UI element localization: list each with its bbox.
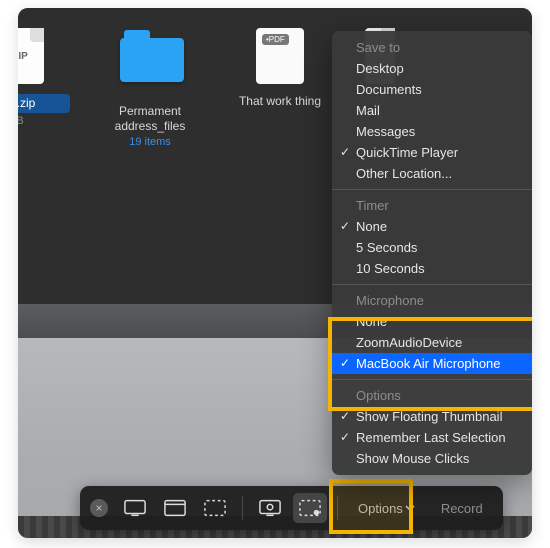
desktop-folder[interactable]: Permament address_files 19 items bbox=[100, 28, 200, 338]
menu-header-options: Options bbox=[332, 385, 532, 406]
menu-item-remember-selection[interactable]: ✓Remember Last Selection bbox=[332, 427, 532, 448]
separator bbox=[337, 496, 338, 520]
capture-entire-screen-button[interactable] bbox=[118, 493, 152, 523]
chevron-down-icon bbox=[405, 503, 415, 513]
menu-item-timer-none[interactable]: ✓None bbox=[332, 216, 532, 237]
separator bbox=[242, 496, 243, 520]
menu-item-desktop[interactable]: Desktop bbox=[332, 58, 532, 79]
capture-selection-button[interactable] bbox=[198, 493, 232, 523]
window-icon bbox=[164, 499, 186, 517]
menu-item-timer-10s[interactable]: 10 Seconds bbox=[332, 258, 532, 279]
record-button[interactable]: Record bbox=[441, 501, 483, 516]
checkmark-icon: ✓ bbox=[340, 219, 350, 233]
menu-item-mic-none[interactable]: None bbox=[332, 311, 532, 332]
menu-item-mouse-clicks[interactable]: Show Mouse Clicks bbox=[332, 448, 532, 469]
file-name: That work thing bbox=[230, 94, 330, 109]
checkmark-icon: ✓ bbox=[340, 356, 350, 370]
menu-header-timer: Timer bbox=[332, 195, 532, 216]
menu-item-other-location[interactable]: Other Location... bbox=[332, 163, 532, 184]
menu-item-messages[interactable]: Messages bbox=[332, 121, 532, 142]
record-screen-icon bbox=[259, 499, 281, 517]
menu-item-timer-5s[interactable]: 5 Seconds bbox=[332, 237, 532, 258]
menu-item-quicktime[interactable]: ✓QuickTime Player bbox=[332, 142, 532, 163]
checkmark-icon: ✓ bbox=[340, 145, 350, 159]
file-name: ss.zip bbox=[18, 94, 70, 113]
file-meta: 19 items bbox=[100, 136, 200, 148]
checkmark-icon: ✓ bbox=[340, 430, 350, 444]
folder-icon bbox=[120, 38, 184, 82]
menu-item-mic-zoom[interactable]: ZoomAudioDevice bbox=[332, 332, 532, 353]
menu-header-microphone: Microphone bbox=[332, 290, 532, 311]
screenshot-toolbar: × Options Record bbox=[80, 486, 503, 530]
desktop-file-zip-1[interactable]: ZIP ss.zip B bbox=[18, 28, 70, 338]
zip-icon: ZIP bbox=[18, 28, 44, 84]
record-label: Record bbox=[441, 501, 483, 516]
menu-separator bbox=[332, 189, 532, 190]
options-menu: Save to Desktop Documents Mail Messages … bbox=[332, 31, 532, 475]
menu-item-mic-macbook[interactable]: ✓MacBook Air Microphone bbox=[332, 353, 532, 374]
file-name: Permament address_files bbox=[100, 104, 200, 134]
desktop-file-pdf[interactable]: •PDF That work thing bbox=[230, 28, 330, 338]
checkmark-icon: ✓ bbox=[340, 409, 350, 423]
menu-item-mail[interactable]: Mail bbox=[332, 100, 532, 121]
options-button[interactable]: Options bbox=[358, 501, 415, 516]
menu-separator bbox=[332, 379, 532, 380]
record-selection-button[interactable] bbox=[293, 493, 327, 523]
record-entire-screen-button[interactable] bbox=[253, 493, 287, 523]
selection-icon bbox=[204, 499, 226, 517]
screen-icon bbox=[124, 499, 146, 517]
options-label: Options bbox=[358, 501, 403, 516]
capture-window-button[interactable] bbox=[158, 493, 192, 523]
pdf-icon: •PDF bbox=[256, 28, 304, 84]
menu-item-floating-thumb[interactable]: ✓Show Floating Thumbnail bbox=[332, 406, 532, 427]
finder-desktop-background: ZIP ss.zip B Permament address_files 19 … bbox=[18, 8, 532, 538]
close-button[interactable]: × bbox=[90, 499, 108, 517]
file-meta: B bbox=[18, 115, 70, 127]
menu-separator bbox=[332, 284, 532, 285]
menu-header-save-to: Save to bbox=[332, 37, 532, 58]
menu-item-documents[interactable]: Documents bbox=[332, 79, 532, 100]
record-selection-icon bbox=[299, 499, 321, 517]
